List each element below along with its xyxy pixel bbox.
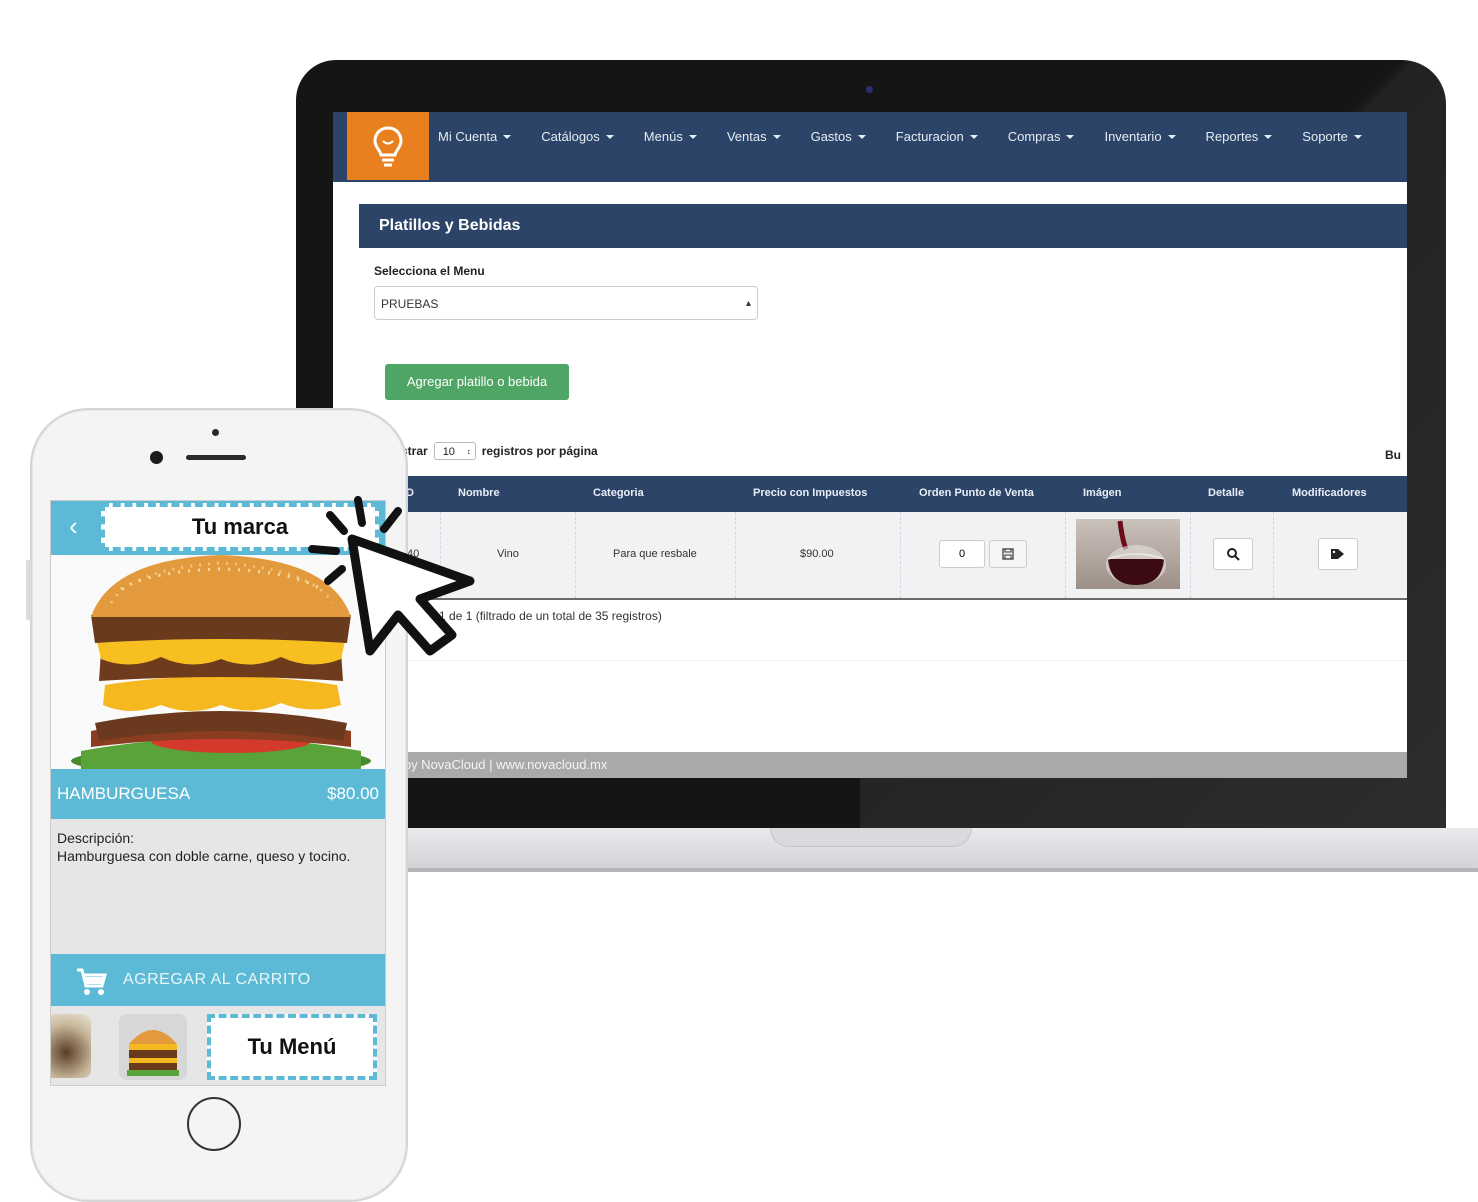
nav-item-reportes[interactable]: Reportes bbox=[1206, 129, 1273, 144]
nav-label: Menús bbox=[643, 129, 683, 144]
divider bbox=[333, 660, 1407, 661]
brand-logo[interactable] bbox=[347, 112, 429, 180]
thumbnail-burger[interactable] bbox=[119, 1014, 187, 1080]
nav-label: Soporte bbox=[1302, 129, 1348, 144]
phone-home-button[interactable] bbox=[187, 1097, 241, 1151]
nav-item-mi-cuenta[interactable]: Mi Cuenta bbox=[438, 129, 512, 144]
menu-placeholder: Tu Menú bbox=[207, 1014, 377, 1080]
col-imagen[interactable]: Imágen bbox=[1083, 487, 1122, 499]
cell-divider bbox=[1190, 512, 1192, 598]
product-description: Descripción: Hamburguesa con doble carne… bbox=[57, 829, 357, 865]
nav-label: Catálogos bbox=[541, 129, 600, 144]
nav-label: Reportes bbox=[1205, 129, 1259, 144]
nav-label: Facturacion bbox=[895, 129, 964, 144]
menu-select-value: PRUEBAS bbox=[381, 297, 439, 311]
tag-icon bbox=[1331, 549, 1344, 559]
phone-camera bbox=[150, 451, 163, 464]
page-length-control: strar 10 ↕ registros por página bbox=[401, 442, 598, 460]
description-text: Hamburguesa con doble carne, queso y toc… bbox=[57, 848, 351, 864]
caret-down-icon bbox=[772, 135, 781, 139]
laptop-base-edge bbox=[296, 868, 1478, 872]
cell-category: Para que resbale bbox=[613, 548, 697, 560]
nav-label: Inventario bbox=[1104, 129, 1162, 144]
nav-label: Compras bbox=[1007, 129, 1061, 144]
phone-side-button bbox=[26, 560, 31, 620]
cell-divider bbox=[900, 512, 902, 598]
page-length-value: 10 bbox=[442, 446, 455, 458]
nav-item-ventas[interactable]: Ventas bbox=[727, 129, 781, 144]
caret-down-icon bbox=[503, 135, 512, 139]
length-suffix: registros por página bbox=[481, 444, 598, 458]
menu-select[interactable]: PRUEBAS ▴ bbox=[374, 286, 758, 320]
table-header: ID Nombre Categoria Precio con Impuestos… bbox=[333, 476, 1407, 512]
col-categoria[interactable]: Categoria bbox=[593, 487, 644, 499]
order-input[interactable]: 0 bbox=[939, 540, 985, 568]
nav-menu: Mi Cuenta Catálogos Menús Ventas Gastos … bbox=[438, 129, 1392, 144]
caret-down-icon bbox=[1264, 135, 1273, 139]
burger-thumb-image bbox=[119, 1014, 187, 1080]
nav-item-menus[interactable]: Menús bbox=[644, 129, 697, 144]
nav-item-soporte[interactable]: Soporte bbox=[1302, 129, 1362, 144]
lightbulb-icon bbox=[373, 126, 403, 167]
description-label: Descripción: bbox=[57, 830, 135, 846]
cell-divider bbox=[1065, 512, 1067, 598]
add-to-cart-button[interactable]: AGREGAR AL CARRITO bbox=[51, 954, 385, 1006]
panel-title: Platillos y Bebidas bbox=[359, 204, 1407, 248]
footer: d by NovaCloud | www.novacloud.mx bbox=[333, 752, 1407, 778]
col-modificadores[interactable]: Modificadores bbox=[1292, 487, 1367, 499]
select-arrows-icon: ▴ bbox=[745, 298, 751, 309]
save-order-button[interactable] bbox=[989, 540, 1027, 568]
product-bar: HAMBURGUESA $80.00 bbox=[51, 769, 385, 819]
product-name: HAMBURGUESA bbox=[57, 784, 191, 803]
nav-label: Ventas bbox=[726, 129, 767, 144]
wine-glass-image bbox=[1106, 520, 1166, 585]
top-navbar: Mi Cuenta Catálogos Menús Ventas Gastos … bbox=[333, 112, 1407, 182]
caret-down-icon bbox=[857, 135, 866, 139]
detail-button[interactable] bbox=[1213, 538, 1253, 570]
back-chevron-icon[interactable]: ‹ bbox=[69, 513, 78, 539]
cell-divider bbox=[1273, 512, 1275, 598]
nav-item-compras[interactable]: Compras bbox=[1008, 129, 1075, 144]
phone-speaker bbox=[186, 455, 246, 460]
nav-item-facturacion[interactable]: Facturacion bbox=[896, 129, 978, 144]
laptop-camera bbox=[866, 86, 873, 93]
select-arrows-icon: ↕ bbox=[466, 447, 471, 456]
search-label: Bu bbox=[1385, 448, 1401, 462]
laptop-notch bbox=[770, 828, 972, 847]
nav-label: Gastos bbox=[810, 129, 852, 144]
dish-image[interactable] bbox=[1076, 519, 1180, 589]
page-length-select[interactable]: 10 ↕ bbox=[433, 442, 476, 460]
select-menu-label: Selecciona el Menu bbox=[374, 264, 485, 278]
caret-down-icon bbox=[1353, 135, 1362, 139]
caret-down-icon bbox=[688, 135, 697, 139]
product-price: $80.00 bbox=[327, 784, 379, 803]
nav-item-catalogos[interactable]: Catálogos bbox=[541, 129, 614, 144]
caret-down-icon bbox=[969, 135, 978, 139]
caret-down-icon bbox=[605, 135, 614, 139]
save-icon bbox=[1002, 548, 1014, 560]
table-row: 40 Vino Para que resbale $90.00 0 bbox=[333, 512, 1407, 600]
cell-name: Vino bbox=[497, 548, 519, 560]
cell-divider bbox=[735, 512, 737, 598]
menu-thumbnails: Tu Menú bbox=[51, 1006, 385, 1085]
thumbnail-salad[interactable] bbox=[51, 1014, 91, 1078]
modifiers-button[interactable] bbox=[1318, 538, 1358, 570]
cell-divider bbox=[575, 512, 577, 598]
add-to-cart-label: AGREGAR AL CARRITO bbox=[123, 971, 311, 988]
add-dish-button[interactable]: Agregar platillo o bebida bbox=[385, 364, 569, 400]
cursor-pointer-icon bbox=[308, 496, 475, 656]
caret-down-icon bbox=[1167, 135, 1176, 139]
nav-label: Mi Cuenta bbox=[438, 129, 498, 144]
col-precio[interactable]: Precio con Impuestos bbox=[753, 487, 867, 499]
nav-item-inventario[interactable]: Inventario bbox=[1104, 129, 1176, 144]
nav-item-gastos[interactable]: Gastos bbox=[811, 129, 866, 144]
phone-sensor bbox=[212, 429, 219, 436]
col-detalle[interactable]: Detalle bbox=[1208, 487, 1244, 499]
caret-down-icon bbox=[1066, 135, 1075, 139]
cell-price: $90.00 bbox=[800, 548, 834, 560]
laptop-screen: Mi Cuenta Catálogos Menús Ventas Gastos … bbox=[333, 112, 1407, 778]
search-icon bbox=[1227, 548, 1240, 561]
col-orden[interactable]: Orden Punto de Venta bbox=[919, 487, 1034, 499]
